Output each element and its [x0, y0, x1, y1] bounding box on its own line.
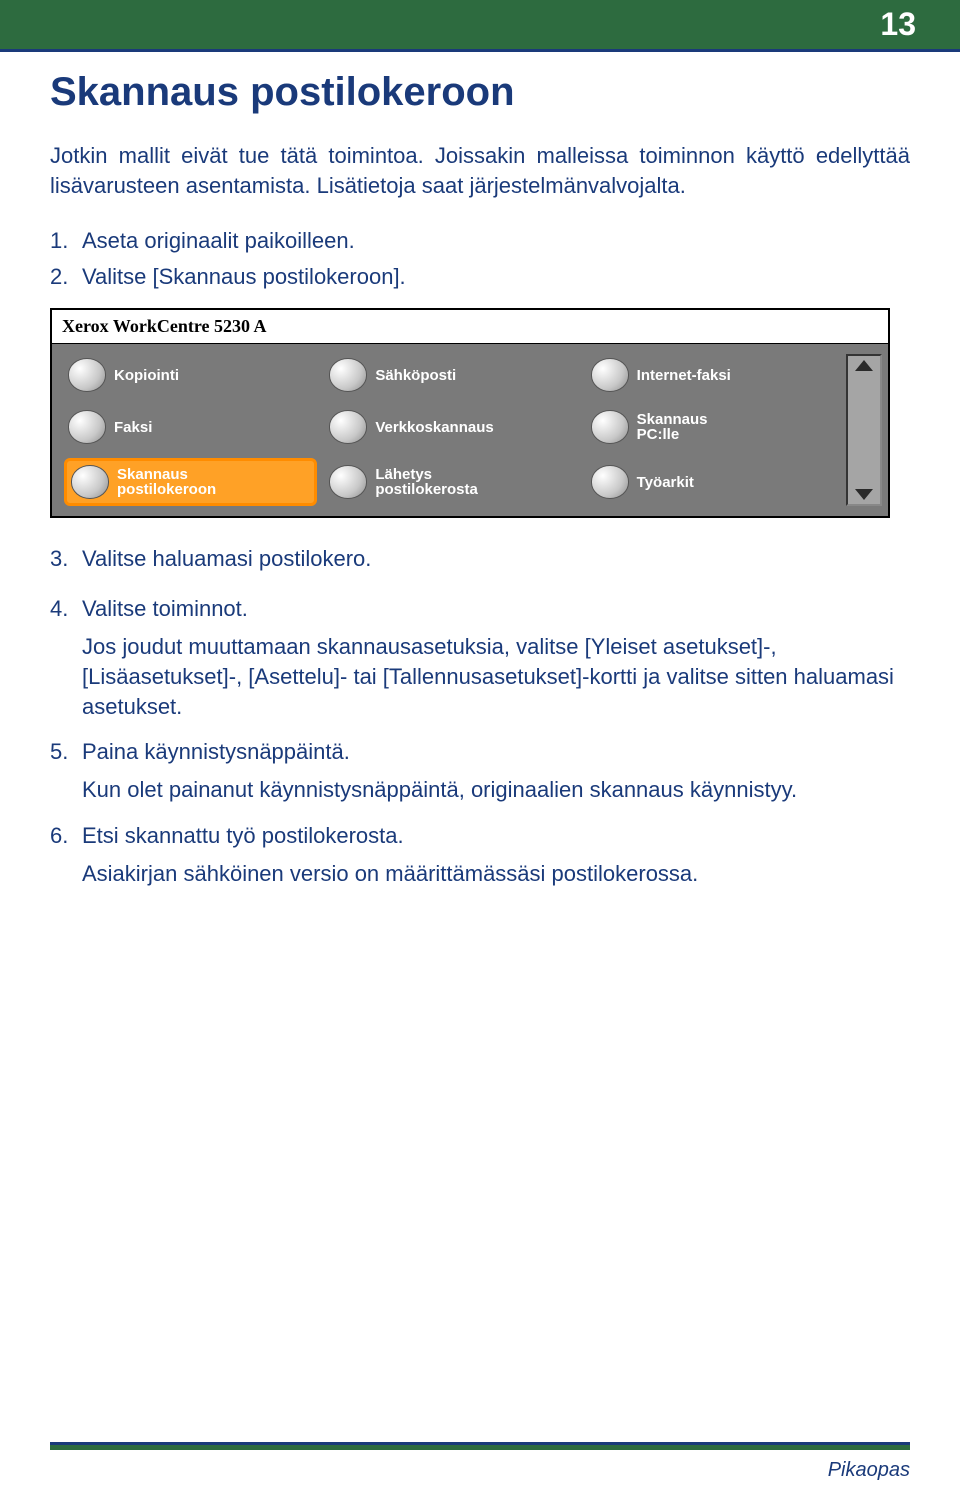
step-number: 4.: [50, 596, 82, 622]
service-internet-faksi[interactable]: Internet-faksi: [587, 354, 840, 396]
jobsheets-icon: [591, 465, 629, 499]
service-label: Verkkoskannaus: [375, 420, 493, 436]
step-2: 2. Valitse [Skannaus postilokeroon].: [50, 264, 910, 290]
page-number: 13: [880, 6, 916, 43]
scan-pc-icon: [591, 410, 629, 444]
step-5-note: Kun olet painanut käynnistysnäppäintä, o…: [82, 775, 910, 805]
device-screenshot: Xerox WorkCentre 5230 A Kopiointi Sähköp…: [50, 308, 890, 518]
step-number: 1.: [50, 228, 82, 254]
service-skannaus-pclle[interactable]: SkannausPC:lle: [587, 406, 840, 448]
step-3: 3. Valitse haluamasi postilokero.: [50, 546, 910, 572]
scrollbar[interactable]: [846, 354, 882, 506]
scroll-down-icon[interactable]: [855, 489, 873, 500]
email-icon: [329, 358, 367, 392]
step-1: 1. Aseta originaalit paikoilleen.: [50, 228, 910, 254]
service-label: Faksi: [114, 420, 152, 436]
step-4: 4. Valitse toiminnot.: [50, 596, 910, 622]
service-label: Internet-faksi: [637, 368, 731, 384]
service-verkkoskannaus[interactable]: Verkkoskannaus: [325, 406, 578, 448]
service-faksi[interactable]: Faksi: [64, 406, 317, 448]
service-kopiointi[interactable]: Kopiointi: [64, 354, 317, 396]
step-text: Etsi skannattu työ postilokerosta.: [82, 823, 910, 849]
service-lahetys-postilokerosta[interactable]: Lähetyspostilokerosta: [325, 458, 578, 506]
network-scan-icon: [329, 410, 367, 444]
service-grid: Kopiointi Sähköposti Internet-faksi Faks…: [64, 354, 846, 506]
internet-fax-icon: [591, 358, 629, 392]
service-tyoarkit[interactable]: Työarkit: [587, 458, 840, 506]
step-text: Paina käynnistysnäppäintä.: [82, 739, 910, 765]
scan-mailbox-icon: [71, 465, 109, 499]
fax-icon: [68, 410, 106, 444]
page-title: Skannaus postilokeroon: [50, 70, 910, 115]
step-4-note: Jos joudut muuttamaan skannausasetuksia,…: [82, 632, 910, 721]
step-number: 3.: [50, 546, 82, 572]
step-text: Aseta originaalit paikoilleen.: [82, 228, 910, 254]
copy-icon: [68, 358, 106, 392]
window-title: Xerox WorkCentre 5230 A: [52, 310, 888, 344]
step-text: Valitse [Skannaus postilokeroon].: [82, 264, 910, 290]
page-content: Skannaus postilokeroon Jotkin mallit eiv…: [0, 52, 960, 889]
step-number: 6.: [50, 823, 82, 849]
step-6-note: Asiakirjan sähköinen versio on määrittäm…: [82, 859, 910, 889]
step-6: 6. Etsi skannattu työ postilokerosta.: [50, 823, 910, 849]
service-sahkoposti[interactable]: Sähköposti: [325, 354, 578, 396]
service-label: Sähköposti: [375, 368, 456, 384]
service-skannaus-postilokeroon[interactable]: Skannauspostilokeroon: [64, 458, 317, 506]
service-grid-panel: Kopiointi Sähköposti Internet-faksi Faks…: [52, 344, 888, 516]
step-text: Valitse toiminnot.: [82, 596, 910, 622]
header-bar: 13: [0, 0, 960, 52]
intro-paragraph: Jotkin mallit eivät tue tätä toimintoa. …: [50, 141, 910, 200]
send-mailbox-icon: [329, 465, 367, 499]
scroll-up-icon[interactable]: [855, 360, 873, 371]
service-label: Lähetyspostilokerosta: [375, 467, 478, 499]
step-5: 5. Paina käynnistysnäppäintä.: [50, 739, 910, 765]
step-number: 2.: [50, 264, 82, 290]
service-label: SkannausPC:lle: [637, 412, 708, 444]
service-label: Skannauspostilokeroon: [117, 467, 216, 499]
step-number: 5.: [50, 739, 82, 765]
service-label: Työarkit: [637, 475, 694, 491]
footer-label: Pikaopas: [828, 1459, 910, 1482]
service-label: Kopiointi: [114, 368, 179, 384]
step-text: Valitse haluamasi postilokero.: [82, 546, 910, 572]
footer-rule: [50, 1442, 910, 1450]
